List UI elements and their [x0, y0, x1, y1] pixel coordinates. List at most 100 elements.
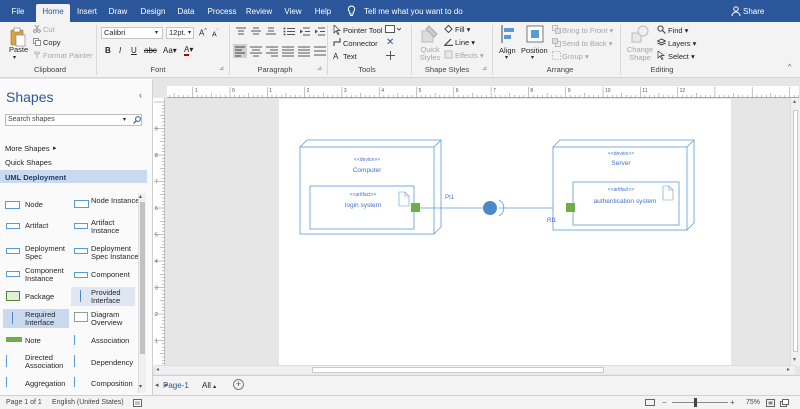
port-ri1[interactable] — [566, 203, 575, 212]
underline-icon[interactable]: U — [131, 46, 137, 55]
page-prev-icon[interactable]: ◂ — [155, 381, 159, 389]
font-name-combo[interactable]: Calibri — [101, 27, 163, 39]
shape-item-composition[interactable]: Composition — [91, 380, 133, 388]
justify-icon[interactable] — [282, 45, 294, 59]
strikethrough-icon[interactable]: abc — [144, 46, 157, 55]
shape-item-association[interactable]: Association — [91, 337, 129, 345]
font-color-icon[interactable]: A▾ — [184, 45, 193, 56]
grow-font-icon[interactable]: A^ — [199, 28, 207, 38]
add-page-icon[interactable]: + — [233, 379, 244, 390]
drawing-page[interactable]: <<device>> Computer <<artifact>> login s… — [279, 99, 731, 366]
effects-button[interactable]: Effects ▾ — [455, 51, 484, 60]
position-button[interactable]: Position — [521, 46, 548, 55]
scroll-up-icon[interactable]: ▴ — [793, 98, 796, 105]
dialog-launcher-icon[interactable]: ⊿ — [482, 65, 487, 72]
bullets-icon[interactable] — [283, 27, 295, 38]
tab-draw[interactable]: Draw — [106, 4, 130, 22]
change-case-icon[interactable]: Aa▾ — [163, 46, 177, 55]
shape-item-component-instance[interactable]: Component Instance — [25, 267, 69, 283]
decrease-indent-icon[interactable] — [300, 27, 310, 38]
shape-item-directed-association[interactable]: Directed Association — [25, 354, 69, 370]
align-center-icon[interactable] — [250, 45, 262, 59]
shape-item-component[interactable]: Component — [91, 271, 130, 279]
shape-item-node-instance[interactable]: Node Instance — [91, 197, 141, 205]
format-painter-button[interactable]: Format Painter — [43, 51, 93, 60]
collapse-panel-icon[interactable]: ‹ — [139, 90, 142, 100]
shape-item-artifact[interactable]: Artifact — [25, 222, 48, 230]
shape-item-dependency[interactable]: Dependency — [91, 359, 133, 367]
quick-shapes-link[interactable]: Quick Shapes — [5, 159, 52, 167]
align-top-icon[interactable] — [236, 27, 246, 38]
switch-windows-icon[interactable] — [780, 399, 789, 409]
scroll-down-icon[interactable]: ▾ — [793, 356, 796, 363]
bring-to-front-button[interactable]: Bring to Front ▾ — [562, 26, 613, 35]
language-indicator[interactable]: English (United States) — [52, 399, 124, 406]
tell-me-search[interactable]: Tell me what you want to do — [364, 7, 463, 16]
layers-button[interactable]: Layers ▾ — [668, 39, 696, 48]
fill-button[interactable]: Fill ▾ — [455, 25, 470, 34]
search-icon[interactable] — [133, 116, 141, 126]
scroll-thumb[interactable] — [312, 367, 604, 373]
tab-process[interactable]: Process — [204, 4, 240, 22]
select-button[interactable]: Select ▾ — [668, 52, 695, 61]
align-left-icon[interactable] — [233, 44, 247, 58]
shape-item-required-interface[interactable]: Required Interface — [25, 311, 69, 327]
pointer-tool-button[interactable]: Pointer Tool — [343, 26, 382, 35]
shape-item-aggregation[interactable]: Aggregation — [25, 380, 65, 388]
shape-item-deployment-spec-instance[interactable]: Deployment Spec Instance — [91, 245, 141, 261]
copy-button[interactable]: Copy — [43, 38, 61, 47]
align-right-icon[interactable] — [266, 45, 278, 59]
align-bottom-icon[interactable] — [266, 27, 276, 38]
zoom-slider[interactable] — [672, 402, 728, 403]
dialog-launcher-icon[interactable]: ⊿ — [317, 65, 322, 72]
dialog-launcher-icon[interactable]: ⊿ — [219, 65, 224, 72]
canvas-horizontal-scrollbar[interactable]: ◂ ▸ — [155, 365, 795, 374]
send-to-back-button[interactable]: Send to Back ▾ — [562, 39, 612, 48]
increase-indent-icon[interactable] — [315, 27, 325, 38]
scroll-right-icon[interactable]: ▸ — [787, 366, 790, 373]
shape-item-provided-interface[interactable]: Provided Interface — [91, 289, 135, 305]
tab-insert[interactable]: Insert — [74, 4, 100, 22]
paste-button[interactable]: Paste — [9, 45, 28, 54]
align-shapes-icon[interactable] — [500, 25, 516, 45]
cut-button[interactable]: Cut — [43, 25, 55, 34]
shape-item-diagram-overview[interactable]: Diagram Overview — [91, 311, 135, 327]
scroll-left-icon[interactable]: ◂ — [156, 366, 159, 373]
scroll-up-icon[interactable]: ▴ — [139, 193, 142, 200]
macro-record-icon[interactable] — [133, 399, 142, 409]
scroll-thumb[interactable] — [793, 110, 798, 352]
tab-data[interactable]: Data — [174, 4, 198, 22]
search-shapes-input[interactable]: Search shapes ▾ — [5, 114, 142, 126]
tab-design[interactable]: Design — [138, 4, 168, 22]
align-middle-icon[interactable] — [251, 27, 261, 38]
chevron-down-icon[interactable]: ▾ — [123, 116, 126, 123]
find-button[interactable]: Find ▾ — [668, 26, 688, 35]
bold-icon[interactable]: B — [105, 46, 111, 55]
rectangle-tool-icon[interactable] — [385, 25, 402, 36]
shrink-font-icon[interactable]: Aˇ — [212, 29, 218, 38]
zoom-in-icon[interactable]: + — [730, 398, 735, 407]
shapes-scrollbar[interactable]: ▴ ▾ — [138, 193, 146, 393]
canvas-vertical-scrollbar[interactable]: ▴ ▾ — [790, 98, 800, 366]
zoom-level[interactable]: 75% — [746, 399, 760, 406]
zoom-slider-thumb[interactable] — [694, 398, 697, 407]
all-pages-button[interactable]: All ▴ — [202, 381, 216, 390]
line-button[interactable]: Line ▾ — [455, 38, 475, 47]
shape-item-deployment-spec[interactable]: Deployment Spec — [25, 245, 69, 261]
change-shape-button[interactable]: Change Shape — [626, 46, 654, 62]
close-icon[interactable]: ✕ — [386, 37, 394, 48]
scroll-thumb[interactable] — [140, 202, 145, 354]
text-direction-icon[interactable] — [314, 45, 326, 59]
shape-item-note[interactable]: Note — [25, 337, 41, 345]
change-shape-icon[interactable] — [631, 25, 649, 45]
tab-file[interactable]: File — [6, 4, 30, 22]
quick-styles-icon[interactable] — [421, 25, 439, 45]
provided-interface-ball[interactable] — [483, 201, 497, 215]
fit-page-icon[interactable] — [766, 399, 775, 409]
quick-styles-button[interactable]: Quick Styles — [419, 46, 441, 62]
italic-icon[interactable]: I — [119, 46, 121, 55]
position-icon[interactable] — [526, 25, 544, 45]
presentation-mode-icon[interactable] — [645, 399, 655, 409]
scroll-down-icon[interactable]: ▾ — [139, 383, 142, 390]
shape-item-node[interactable]: Node — [25, 201, 43, 209]
